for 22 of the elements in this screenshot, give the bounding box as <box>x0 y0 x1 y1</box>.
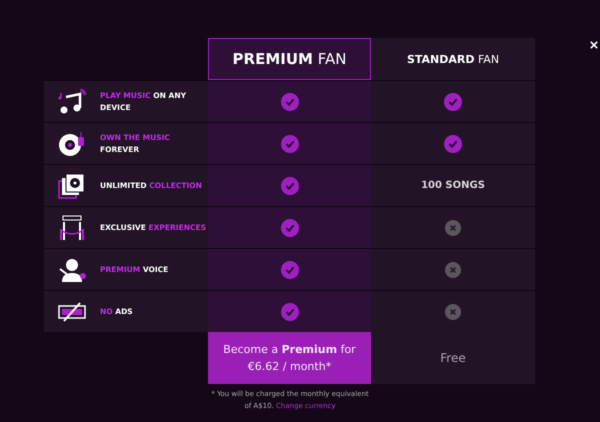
check-icon <box>280 260 298 278</box>
person-icon <box>58 256 86 282</box>
plan-heading: PREMIUM FAN <box>208 38 371 80</box>
vinyl-disc-icon <box>58 130 86 156</box>
plan-heading: STANDARD FAN <box>371 38 535 80</box>
close-icon[interactable] <box>590 41 598 49</box>
free-price: Free <box>440 351 466 365</box>
check-icon <box>280 218 298 236</box>
cross-icon <box>445 262 461 278</box>
cross-icon <box>445 304 461 320</box>
check-icon <box>280 92 298 110</box>
music-note-icon <box>58 88 86 114</box>
check-icon <box>280 176 298 194</box>
check-icon <box>444 92 462 110</box>
song-limit: 100 SONGS <box>421 180 485 191</box>
cross-icon <box>445 220 461 236</box>
premium-button[interactable]: Become a Premium for €6.62 / month* <box>208 332 371 384</box>
check-icon <box>444 134 462 152</box>
check-icon <box>280 134 298 152</box>
velvet-rope-icon <box>58 214 86 240</box>
record-stack-icon <box>58 172 86 198</box>
check-icon <box>280 302 298 320</box>
